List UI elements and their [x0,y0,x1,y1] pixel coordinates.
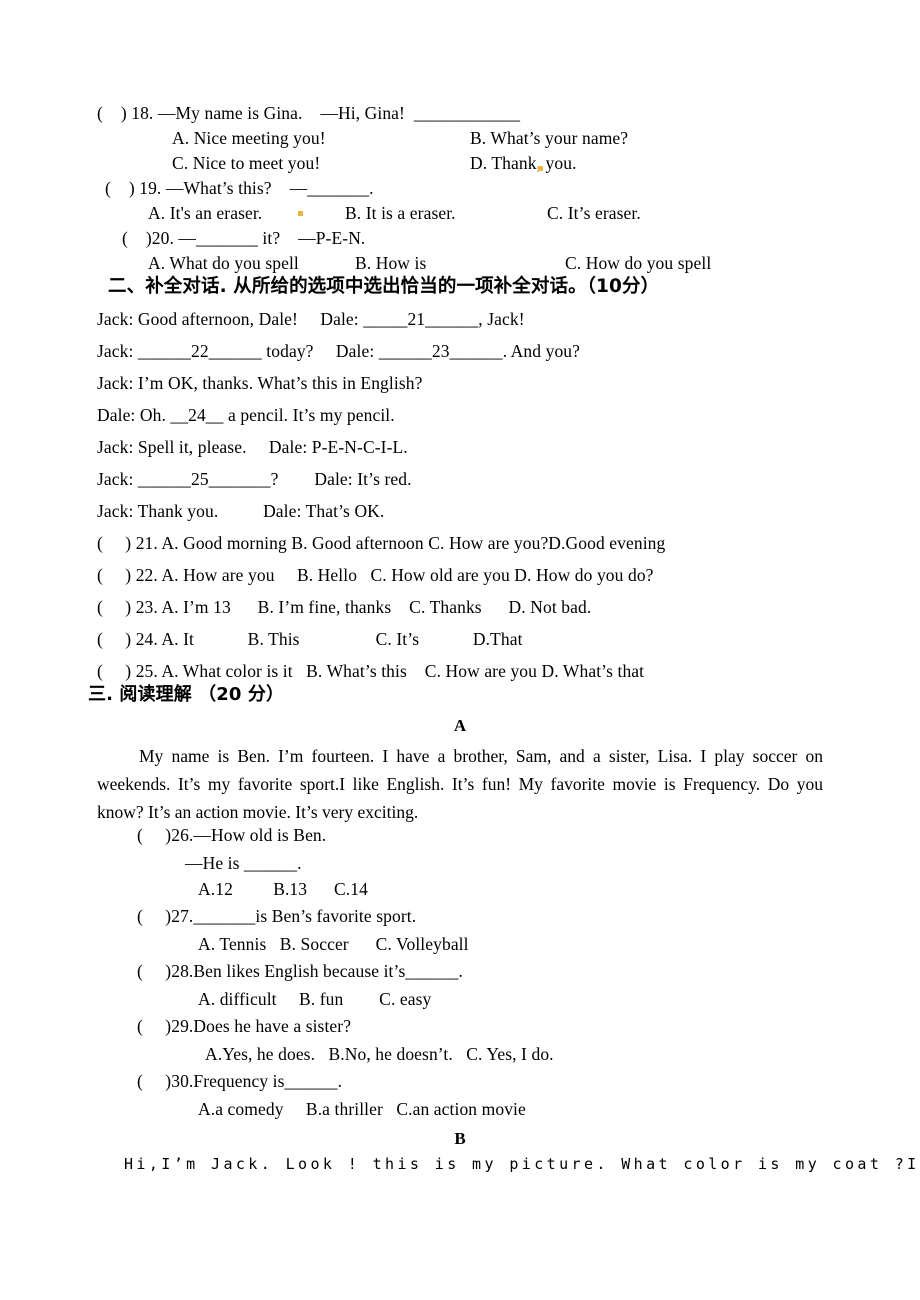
question-24[interactable]: ( ) 24. A. It B. This C. It’s D.That [97,630,523,649]
question-28-options[interactable]: A. difficult B. fun C. easy [198,990,431,1009]
question-28-stem[interactable]: ( )28.Ben likes English because it’s____… [137,962,463,981]
question-18-stem: ( ) 18. —My name is Gina. —Hi, Gina! ___… [97,103,521,123]
question-19-option-a[interactable]: A. It's an eraser. [148,204,262,223]
question-29-stem[interactable]: ( )29.Does he have a sister? [137,1017,351,1036]
passage-a-text: My name is Ben. I’m fourteen. I have a b… [97,746,823,822]
question-29-options[interactable]: A.Yes, he does. B.No, he doesn’t. C. Yes… [205,1045,554,1064]
question-22[interactable]: ( ) 22. A. How are you B. Hello C. How o… [97,566,654,585]
question-20-option-a[interactable]: A. What do you spell [148,254,299,273]
section-two-heading: 二、补全对话. 从所给的选项中选出恰当的一项补全对话。（10分） [108,276,660,297]
question-18-option-c[interactable]: C. Nice to meet you! [172,154,320,173]
dialogue-line-6: Jack: ______25_______? Dale: It’s red. [97,469,412,489]
dialogue-line-7: Jack: Thank you. Dale: That’s OK. [97,501,385,521]
question-19-option-c[interactable]: C. It’s eraser. [547,204,641,223]
question-30-options[interactable]: A.a comedy B.a thriller C.an action movi… [198,1100,526,1119]
question-30-stem[interactable]: ( )30.Frequency is______. [137,1072,342,1091]
question-26-substem: —He is ______. [185,853,302,873]
question-19-option-b[interactable]: B. It is a eraser. [345,204,456,223]
question-18-option-b[interactable]: B. What’s your name? [470,129,628,148]
question-20-option-c[interactable]: C. How do you spell [565,254,711,273]
passage-a-label: A [453,716,467,735]
dialogue-line-2: Jack: ______22______ today? Dale: ______… [97,341,581,361]
dialogue-line-5: Jack: Spell it, please. Dale: P-E-N-C-I-… [97,437,408,457]
dialogue-line-1: Jack: Good afternoon, Dale! Dale: _____2… [97,309,525,329]
question-26-options[interactable]: A.12 B.13 C.14 [198,880,368,899]
question-23[interactable]: ( ) 23. A. I’m 13 B. I’m fine, thanks C.… [97,598,591,617]
question-27-stem[interactable]: ( )27._______is Ben’s favorite sport. [137,907,416,926]
scan-artifact-mark-1 [538,166,543,171]
question-20-stem: ( )20. —_______ it? —P-E-N. [122,228,366,248]
section-three-heading: 三. 阅读理解 （20 分） [88,684,285,705]
exam-page: ( ) 18. —My name is Gina. —Hi, Gina! ___… [0,0,920,1300]
question-18-option-a[interactable]: A. Nice meeting you! [172,129,326,148]
dialogue-line-3: Jack: I’m OK, thanks. What’s this in Eng… [97,373,423,393]
question-20-option-b[interactable]: B. How is [355,254,426,273]
question-25[interactable]: ( ) 25. A. What color is it B. What’s th… [97,662,644,681]
question-26-stem[interactable]: ( )26.—How old is Ben. [137,826,326,845]
passage-b-text: Hi,I’m Jack. Look ! this is my picture. … [124,1155,920,1173]
passage-b-label: B [454,1129,466,1148]
question-21[interactable]: ( ) 21. A. Good morning B. Good afternoo… [97,534,665,553]
dialogue-line-4: Dale: Oh. __24__ a pencil. It’s my penci… [97,405,395,425]
question-19-stem: ( ) 19. —What’s this? —_______. [105,178,374,198]
scan-artifact-mark-2 [298,211,303,216]
question-27-options[interactable]: A. Tennis B. Soccer C. Volleyball [198,935,469,954]
question-18-option-d[interactable]: D. Thank, you. [470,154,577,173]
